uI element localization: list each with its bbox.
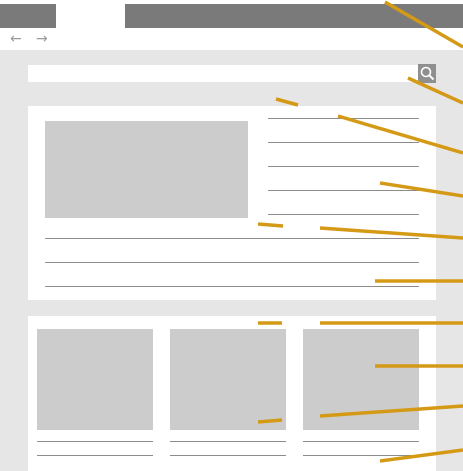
grid-item-text-line: [170, 441, 286, 442]
tab-active[interactable]: [56, 4, 125, 28]
featured-text-line: [268, 118, 419, 119]
search-input[interactable]: [28, 65, 418, 82]
grid-item-image[interactable]: [170, 329, 286, 430]
search-button[interactable]: [418, 64, 437, 83]
navigation-bar: [0, 28, 463, 50]
featured-text-line: [268, 166, 419, 167]
featured-text-line: [268, 142, 419, 143]
grid-item-text-line: [37, 441, 153, 442]
grid-item-image[interactable]: [37, 329, 153, 430]
caption-line: [45, 286, 419, 287]
hero-image-placeholder[interactable]: [45, 121, 248, 218]
scrollbar-track[interactable]: [436, 50, 463, 471]
grid-item-text-line: [303, 455, 419, 456]
featured-text-line: [268, 214, 419, 215]
grid-item-text-line: [37, 455, 153, 456]
tab-inactive-left[interactable]: [0, 4, 56, 28]
forward-arrow-icon[interactable]: →: [36, 28, 48, 50]
caption-line: [45, 238, 419, 239]
featured-text-line: [268, 190, 419, 191]
search-icon: [420, 66, 435, 81]
grid-item-text-line: [170, 455, 286, 456]
tab-inactive-right[interactable]: [125, 4, 463, 28]
back-arrow-icon[interactable]: ←: [10, 28, 22, 50]
grid-item-text-line: [303, 441, 419, 442]
caption-line: [45, 262, 419, 263]
grid-item-image[interactable]: [303, 329, 419, 430]
